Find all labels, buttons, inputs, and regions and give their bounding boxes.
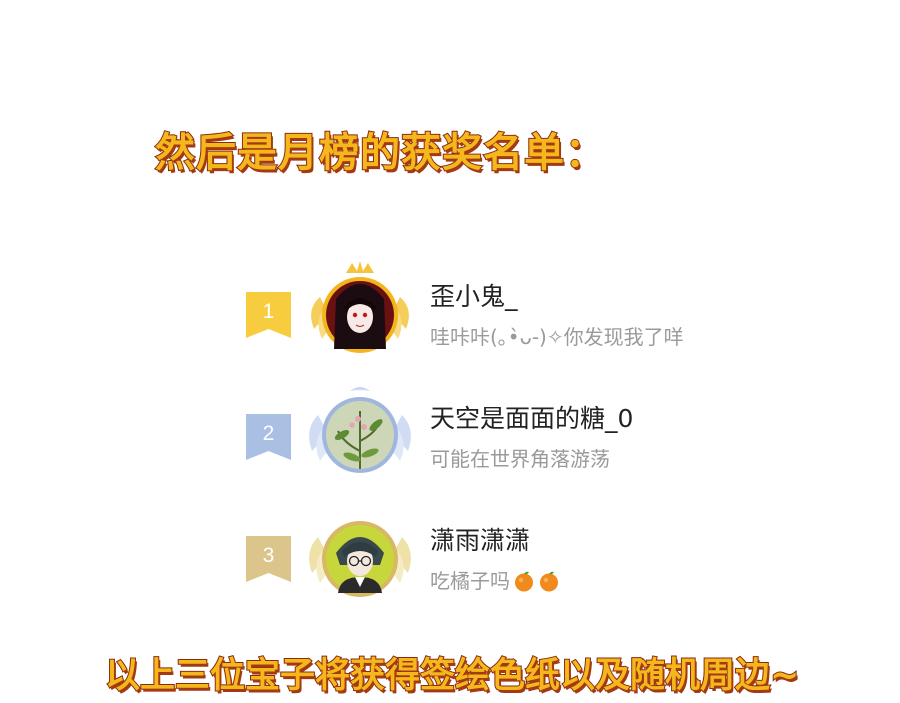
rank-number: 1 bbox=[262, 300, 275, 323]
user-status-text: 吃橘子吗 bbox=[430, 569, 510, 593]
avatar-2[interactable] bbox=[300, 381, 420, 491]
announcement-page: 然后是月榜的获奖名单： 1 歪小鬼_ 哇咔咔(｡•̀ᴗ-)✧你发现我了咩 2 天… bbox=[0, 0, 900, 703]
rank-number: 3 bbox=[262, 544, 275, 567]
bronze-wings-frame-icon bbox=[309, 521, 411, 597]
avatar-1[interactable] bbox=[300, 259, 420, 369]
user-status: 吃橘子吗 bbox=[430, 567, 560, 595]
user-status: 可能在世界角落游荡 bbox=[430, 447, 610, 471]
user-name[interactable]: 天空是面面的糖_0 bbox=[430, 403, 633, 435]
user-name[interactable]: 潇雨潇潇 bbox=[430, 525, 530, 557]
rank-badge-2: 2 bbox=[246, 414, 291, 460]
gold-crown-frame-icon bbox=[311, 261, 409, 353]
monthly-ranking-list: 1 歪小鬼_ 哇咔咔(｡•̀ᴗ-)✧你发现我了咩 2 天空是面面的糖_0 可能在… bbox=[0, 0, 900, 703]
avatar-3[interactable] bbox=[300, 503, 420, 613]
user-status: 哇咔咔(｡•̀ᴗ-)✧你发现我了咩 bbox=[430, 325, 684, 349]
ranking-row-3[interactable]: 3 潇雨潇潇 吃橘子吗 bbox=[240, 503, 760, 613]
ranking-row-1[interactable]: 1 歪小鬼_ 哇咔咔(｡•̀ᴗ-)✧你发现我了咩 bbox=[240, 259, 760, 369]
silver-wings-frame-icon bbox=[309, 387, 411, 473]
rank-badge-3: 3 bbox=[246, 536, 291, 582]
footer-announcement: 以上三位宝子将获得签绘色纸以及随机周边~ bbox=[104, 655, 800, 697]
user-name[interactable]: 歪小鬼_ bbox=[430, 281, 518, 313]
orange-emoji-icon bbox=[513, 570, 535, 592]
rank-badge-1: 1 bbox=[246, 292, 291, 338]
ranking-row-2[interactable]: 2 天空是面面的糖_0 可能在世界角落游荡 bbox=[240, 381, 760, 491]
rank-number: 2 bbox=[262, 422, 275, 445]
orange-emoji-icon bbox=[538, 570, 560, 592]
